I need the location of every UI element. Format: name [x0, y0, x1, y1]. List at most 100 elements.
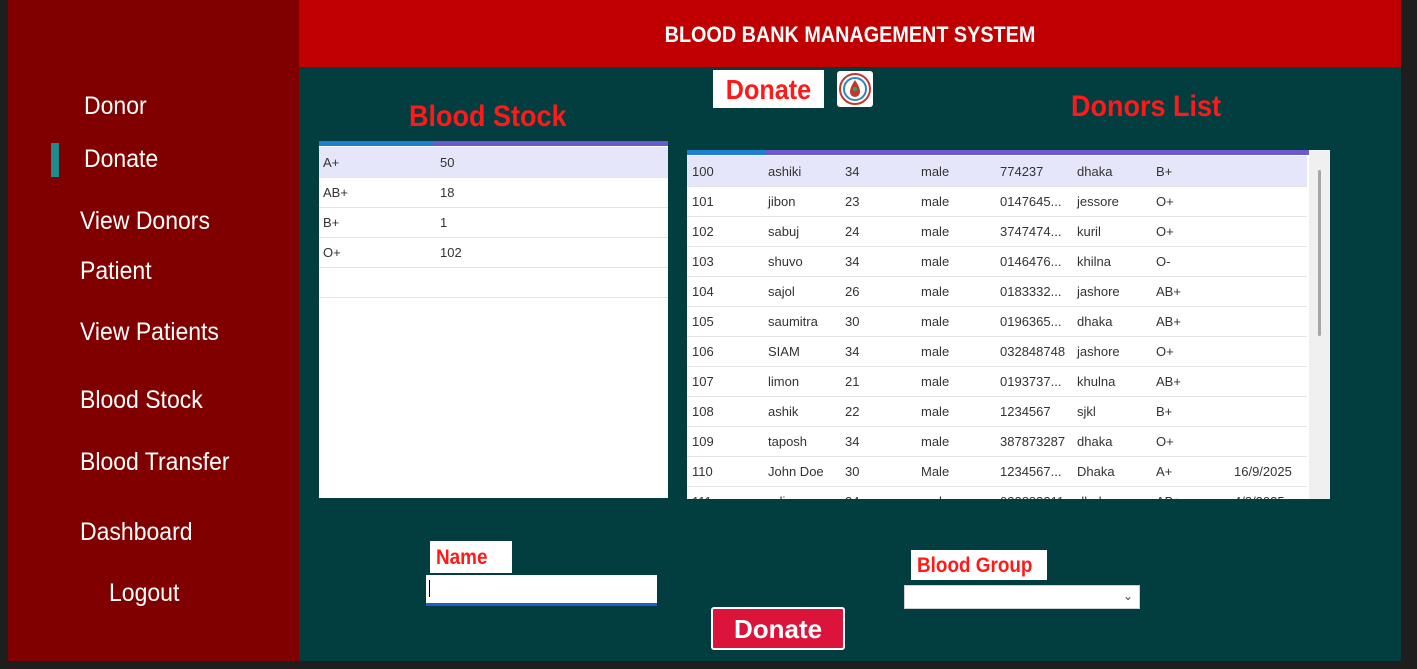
donor-age-cell: 34: [845, 434, 860, 449]
donor-name-cell: jibon: [768, 194, 796, 209]
donor-phone-cell: 774237: [1000, 164, 1044, 179]
table-row[interactable]: AB+ 18: [319, 177, 668, 208]
table-row[interactable]: 106 SIAM 34 male 032848748 jashore O+: [687, 336, 1307, 367]
table-row[interactable]: 111 adi 24 male 032883211 dhaka AB+ 4/8/2025: [687, 486, 1307, 499]
active-nav-indicator: [51, 143, 59, 177]
table-row[interactable]: 104 sajol 26 male 0183332... jashore AB+: [687, 276, 1307, 307]
sidebar: Donor Donate View Donors Patient View Pa…: [8, 0, 299, 661]
donor-address-cell: jashore: [1077, 344, 1120, 359]
donor-gender-cell: male: [921, 164, 950, 179]
donor-address-cell: jashore: [1077, 284, 1120, 299]
donor-name-cell: limon: [768, 374, 800, 389]
donor-id-cell: 105: [692, 314, 714, 329]
donor-phone-cell: 0183332...: [1000, 284, 1062, 299]
donor-age-cell: 24: [845, 494, 859, 499]
name-label: Name: [430, 541, 512, 573]
app-header: BLOOD BANK MANAGEMENT SYSTEM: [299, 0, 1401, 67]
table-row[interactable]: O+ 102: [319, 237, 668, 268]
blood-group-select[interactable]: ⌄: [904, 585, 1140, 609]
chevron-down-icon[interactable]: ⌄: [1123, 589, 1133, 603]
donor-blood-group-cell: O+: [1156, 344, 1174, 359]
text-caret: [429, 580, 430, 597]
donor-id-cell: 104: [692, 284, 714, 299]
table-row[interactable]: 101 jibon 23 male 0147645... jessore O+: [687, 186, 1307, 217]
donor-phone-cell: 0193737...: [1000, 374, 1062, 389]
donor-age-cell: 34: [845, 344, 860, 359]
donor-id-cell: 111: [692, 494, 712, 499]
donor-blood-group-cell: B+: [1156, 404, 1173, 419]
ide-editor-edge-right: [1401, 0, 1417, 669]
donor-blood-group-cell: O+: [1156, 224, 1174, 239]
donor-address-cell: Dhaka: [1077, 464, 1115, 479]
scrollbar-thumb[interactable]: [1318, 170, 1321, 336]
table-row[interactable]: 108 ashik 22 male 1234567 sjkl B+: [687, 396, 1307, 427]
donor-gender-cell: male: [921, 434, 950, 449]
donor-age-cell: 22: [845, 404, 860, 419]
sidebar-item-patient[interactable]: Patient: [80, 257, 152, 286]
sidebar-item-blood-transfer[interactable]: Blood Transfer: [80, 448, 230, 477]
donor-id-cell: 109: [692, 434, 714, 449]
stock-count-cell: 18: [440, 185, 455, 200]
donor-age-cell: 30: [845, 464, 860, 479]
donor-blood-group-cell: AB+: [1156, 374, 1181, 389]
table-row[interactable]: 107 limon 21 male 0193737... khulna AB+: [687, 366, 1307, 397]
app-window: Donor Donate View Donors Patient View Pa…: [8, 0, 1401, 661]
donor-gender-cell: male: [921, 404, 950, 419]
donor-id-cell: 107: [692, 374, 714, 389]
table-row[interactable]: 103 shuvo 34 male 0146476... khilna O-: [687, 246, 1307, 277]
donor-age-cell: 30: [845, 314, 860, 329]
table-row[interactable]: 105 saumitra 30 male 0196365... dhaka AB+: [687, 306, 1307, 337]
donor-name-cell: taposh: [768, 434, 808, 449]
donor-date-cell: 4/8/2025: [1234, 494, 1285, 499]
stock-count-cell: 50: [440, 155, 455, 170]
donor-id-cell: 102: [692, 224, 714, 239]
sidebar-item-donate[interactable]: Donate: [84, 145, 158, 174]
table-row[interactable]: 109 taposh 34 male 387873287 dhaka O+: [687, 426, 1307, 457]
donor-blood-group-cell: AB+: [1156, 284, 1181, 299]
vertical-scrollbar[interactable]: [1309, 150, 1330, 499]
table-row-empty[interactable]: [319, 267, 668, 298]
sidebar-item-dashboard[interactable]: Dashboard: [80, 518, 193, 547]
sidebar-item-logout[interactable]: Logout: [109, 579, 179, 608]
blood-group-cell: AB+: [323, 185, 348, 200]
sidebar-item-blood-stock[interactable]: Blood Stock: [80, 386, 203, 415]
donor-gender-cell: male: [921, 284, 950, 299]
table-row[interactable]: 102 sabuj 24 male 3747474... kuril O+: [687, 216, 1307, 247]
sidebar-item-donor[interactable]: Donor: [84, 92, 147, 121]
table-row[interactable]: B+ 1: [319, 207, 668, 238]
table-row[interactable]: 110 John Doe 30 Male 1234567... Dhaka A+ 16/9/2…: [687, 456, 1307, 487]
sidebar-item-view-patients[interactable]: View Patients: [80, 318, 219, 347]
donor-name-cell: sabuj: [768, 224, 800, 239]
donor-name-cell: saumitra: [768, 314, 818, 329]
donor-address-cell: khilna: [1077, 254, 1111, 269]
grid-header: [687, 150, 1309, 155]
donor-blood-group-cell: B+: [1156, 164, 1173, 179]
donor-name-cell: adi: [768, 494, 785, 499]
donor-age-cell: 26: [845, 284, 860, 299]
donor-gender-cell: male: [921, 194, 950, 209]
donor-blood-group-cell: O-: [1156, 254, 1171, 269]
donor-gender-cell: male: [921, 494, 949, 499]
donor-blood-group-cell: AB+: [1156, 314, 1181, 329]
donor-gender-cell: Male: [921, 464, 950, 479]
stock-count-cell: 1: [440, 215, 448, 230]
donor-id-cell: 103: [692, 254, 714, 269]
donor-id-cell: 110: [692, 464, 713, 479]
blood-bank-logo-icon: [837, 71, 873, 107]
donor-age-cell: 34: [845, 254, 860, 269]
donor-gender-cell: male: [921, 374, 950, 389]
donor-address-cell: sjkl: [1077, 404, 1096, 419]
blood-group-cell: A+: [323, 155, 340, 170]
name-input[interactable]: [426, 575, 657, 606]
donor-address-cell: dhaka: [1077, 434, 1113, 449]
app-title: BLOOD BANK MANAGEMENT SYSTEM: [664, 22, 1036, 47]
table-row[interactable]: 100 ashiki 34 male 774237 dhaka B+: [687, 156, 1307, 187]
ide-editor-edge-bottom: [0, 661, 1417, 669]
sidebar-item-view-donors[interactable]: View Donors: [80, 207, 210, 236]
table-row[interactable]: A+ 50: [319, 147, 668, 178]
donor-phone-cell: 3747474...: [1000, 224, 1062, 239]
donate-button[interactable]: Donate: [711, 607, 845, 650]
donor-address-cell: jessore: [1077, 194, 1119, 209]
blood-stock-grid[interactable]: A+ 50 AB+ 18 B+ 1 O+ 102: [319, 141, 668, 498]
donors-list-grid[interactable]: 100 ashiki 34 male 774237 dhaka B+ 101 jibon 23 ma…: [687, 150, 1330, 499]
